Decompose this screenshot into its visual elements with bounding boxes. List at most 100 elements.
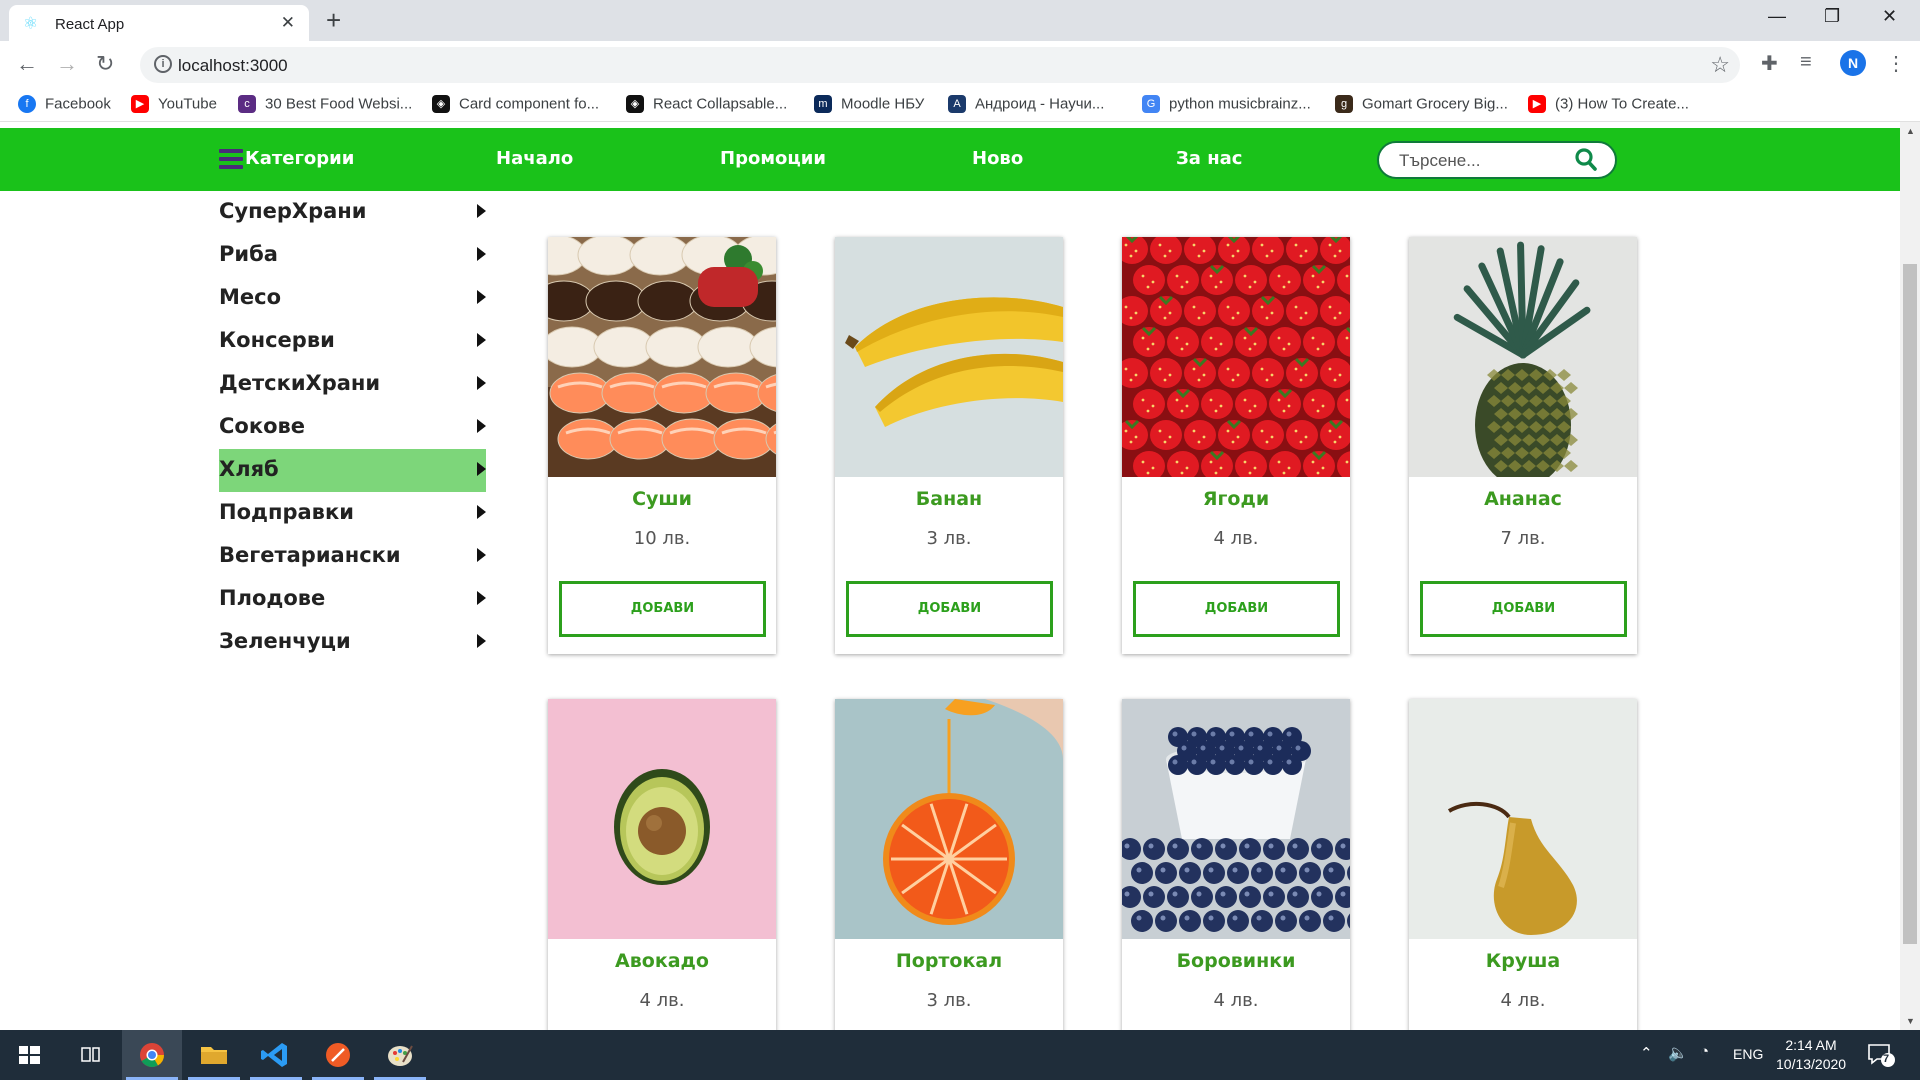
add-to-cart-button[interactable]: ДОБАВИ [1420,581,1627,637]
product-image[interactable] [1409,699,1637,939]
browser-tab[interactable]: ⚛ React App ✕ [9,5,309,41]
taskbar-postman[interactable] [308,1030,368,1080]
bookmark-item[interactable]: ▶ (3) How To Create... [1528,95,1689,115]
bookmark-star-icon[interactable]: ☆ [1710,52,1730,78]
extensions-icon[interactable]: ✚ [1761,51,1778,76]
bookmark-item[interactable]: f Facebook [18,95,111,115]
product-name[interactable]: Портокал [835,950,1063,972]
bookmark-item[interactable]: Gpython musicbrainz... [1142,95,1311,115]
search-input[interactable] [1399,149,1569,173]
nav-new[interactable]: Ново [972,148,1023,169]
bookmark-label: Moodle НБУ [841,95,925,113]
product-name[interactable]: Круша [1409,950,1637,972]
product-image[interactable] [835,699,1063,939]
site-info-icon[interactable]: i [154,55,172,73]
product-name[interactable]: Ананас [1409,488,1637,510]
category-label: Риба [219,242,278,266]
bookmark-item[interactable]: ▶ YouTube [131,95,217,115]
new-tab-icon[interactable]: + [326,6,341,34]
sidebar-category-item[interactable]: ДетскиХрани [219,363,486,406]
product-name[interactable]: Боровинки [1122,950,1350,972]
sidebar-category-item[interactable]: Консерви [219,320,486,363]
page-scrollbar[interactable]: ▲ ▼ [1900,122,1920,1030]
nav-about[interactable]: За нас [1176,148,1242,169]
notification-count: 7 [1883,1053,1890,1065]
menu-kebab-icon[interactable]: ⋮ [1886,51,1906,76]
product-name[interactable]: Банан [835,488,1063,510]
scroll-up-icon[interactable]: ▲ [1906,126,1915,136]
caret-right-icon [477,290,486,304]
facebook-icon: f [18,95,36,114]
category-label: Вегетариански [219,543,401,567]
url-text[interactable]: localhost:3000 [178,56,288,76]
omnibox[interactable]: i localhost:3000 ☆ [140,47,1740,83]
product-image[interactable] [548,237,776,477]
nav-categories[interactable]: Категории [245,148,354,169]
nav-home[interactable]: Начало [496,148,573,169]
sidebar-category-item[interactable]: Риба [219,234,486,277]
volume-icon[interactable]: 🔈 [1668,1043,1688,1063]
sidebar-category-item[interactable]: Месо [219,277,486,320]
product-image[interactable] [835,237,1063,477]
add-to-cart-button[interactable]: ДОБАВИ [559,581,766,637]
product-image[interactable] [1409,237,1637,477]
minimize-icon[interactable]: — [1768,6,1786,27]
product-name[interactable]: Авокадо [548,950,776,972]
product-image[interactable] [548,699,776,939]
close-tab-icon[interactable]: ✕ [281,13,295,33]
start-button[interactable] [0,1030,60,1080]
scroll-down-icon[interactable]: ▼ [1906,1016,1915,1026]
notification-center[interactable]: 7 [1866,1041,1896,1069]
language-indicator[interactable]: ENG [1733,1046,1763,1062]
windows-taskbar: ⌃ 🔈 ◔ ENG 2:14 AM 10/13/2020 7 [0,1030,1920,1080]
add-to-cart-button[interactable]: ДОБАВИ [846,581,1053,637]
product-name[interactable]: Суши [548,488,776,510]
restore-icon[interactable]: ❐ [1824,6,1840,27]
product-image[interactable] [1122,699,1350,939]
clock[interactable]: 2:14 AM 10/13/2020 [1776,1036,1846,1074]
search-icon[interactable] [1575,148,1597,172]
hamburger-icon[interactable] [219,149,243,169]
close-window-icon[interactable]: ✕ [1882,6,1897,27]
bookmark-item[interactable]: ◈ Card component fo... [432,95,599,115]
tray-chevron-icon[interactable]: ⌃ [1640,1044,1653,1062]
google-icon: G [1142,95,1160,114]
sidebar-category-item[interactable]: Вегетариански [219,535,486,578]
product-price: 4 лв. [1213,528,1259,549]
taskbar-chrome[interactable] [122,1030,182,1080]
product-price: 3 лв. [926,528,972,549]
scrollbar-thumb[interactable] [1903,264,1917,944]
back-icon[interactable]: ← [16,52,38,76]
gomart-icon: g [1335,95,1353,114]
taskbar-file-explorer[interactable] [184,1030,244,1080]
sidebar-category-item[interactable]: Плодове [219,578,486,621]
bookmark-item[interactable]: m Moodle НБУ [814,95,924,115]
product-price: 4 лв. [639,990,685,1011]
category-label: СуперХрани [219,199,367,223]
sidebar-category-item[interactable]: Хляб [219,449,486,492]
network-icon[interactable]: ◔ [1700,1043,1709,1060]
bookmark-item[interactable]: ◈ React Collapsable... [626,95,787,115]
sidebar-category-item[interactable]: Зеленчуци [219,621,486,664]
task-view-button[interactable] [60,1030,120,1080]
product-name[interactable]: Ягоди [1122,488,1350,510]
bookmark-item[interactable]: A Андроид - Научи... [948,95,1104,115]
taskbar-paint[interactable] [370,1030,430,1080]
sidebar-category-item[interactable]: Сокове [219,406,486,449]
profile-avatar[interactable]: N [1840,50,1866,76]
colorlib-icon: c [238,95,256,114]
bookmark-item[interactable]: g Gomart Grocery Big... [1335,95,1508,115]
taskbar-vscode[interactable] [246,1030,306,1080]
nav-promotions[interactable]: Промоции [720,148,826,169]
media-queue-icon[interactable]: ≡ [1800,51,1812,74]
react-favicon-icon: ⚛ [23,14,39,33]
bookmark-item[interactable]: c 30 Best Food Websi... [238,95,412,115]
sidebar-category-item[interactable]: СуперХрани [219,191,486,234]
forward-icon[interactable]: → [56,52,78,76]
product-image[interactable] [1122,237,1350,477]
bookmark-label: python musicbrainz... [1169,95,1311,113]
youtube-icon: ▶ [1528,95,1546,114]
sidebar-category-item[interactable]: Подправки [219,492,486,535]
add-to-cart-button[interactable]: ДОБАВИ [1133,581,1340,637]
reload-icon[interactable]: ↻ [96,52,114,76]
